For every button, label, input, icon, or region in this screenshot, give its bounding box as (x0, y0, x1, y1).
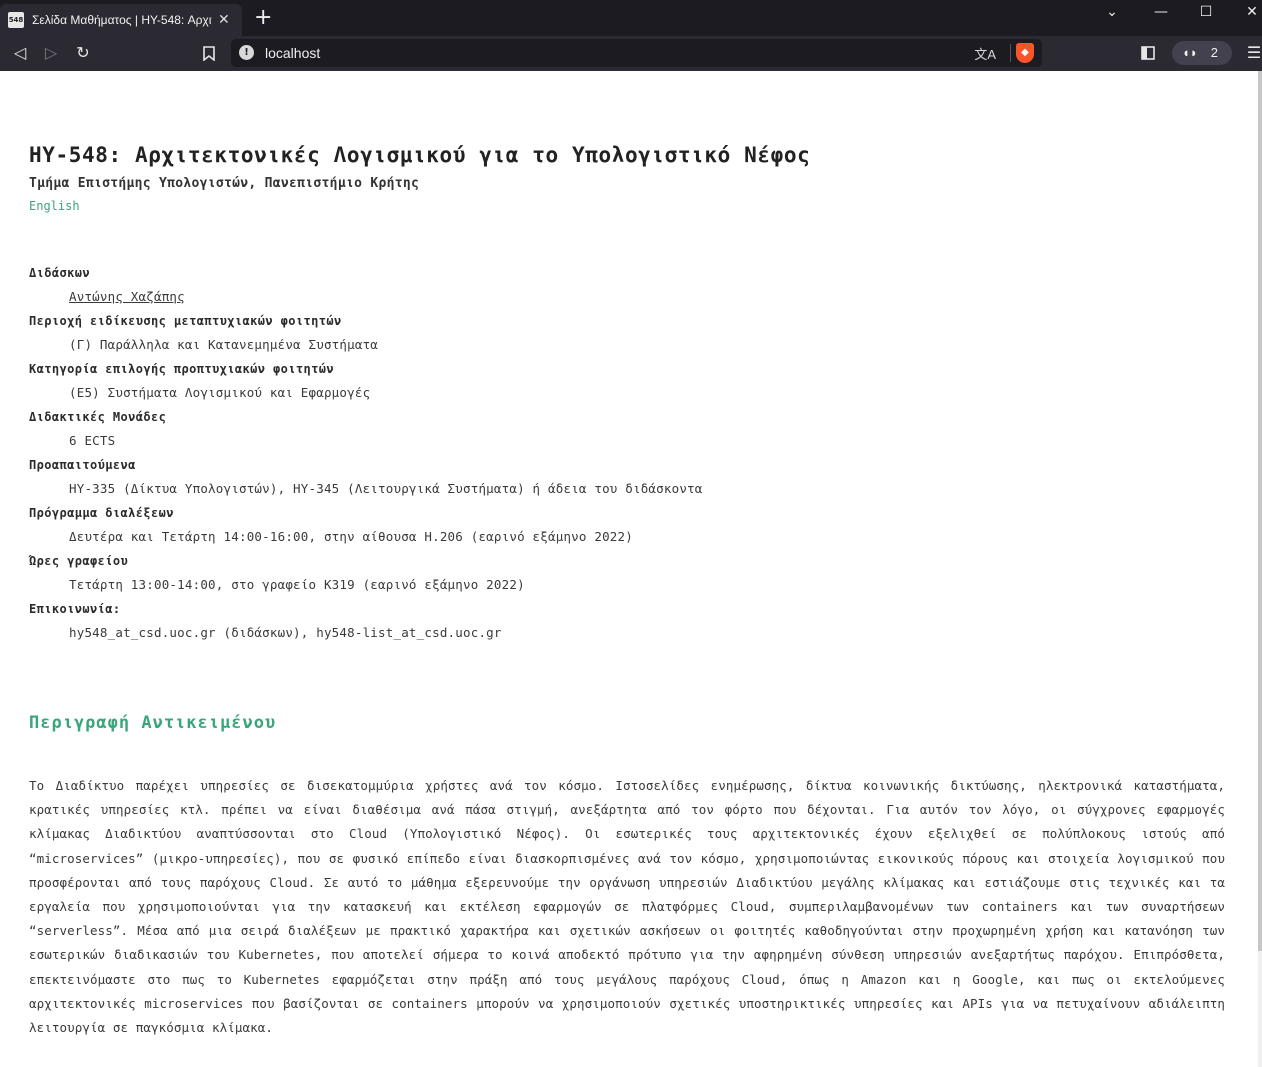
browser-tab[interactable]: 548 Σελίδα Μαθήματος | HY-548: Αρχιτεκτο… (0, 4, 242, 36)
english-language-link[interactable]: English (29, 199, 80, 213)
new-tab-icon[interactable]: + (254, 6, 272, 30)
info-label-undergrad-category: Κατηγορία επιλογής προπτυχιακών φοιτητών (29, 362, 334, 376)
page-content: HY-548: Αρχιτεκτονικές Λογισμικού για το… (0, 71, 1258, 1067)
menu-icon[interactable]: ☰ (1242, 41, 1262, 65)
reload-icon[interactable]: ↻ (71, 41, 95, 65)
close-window-icon[interactable]: ✕ (1237, 2, 1262, 22)
page-scrollbar[interactable] (1258, 71, 1262, 1067)
private-windows-button[interactable]: ◖◗ 2 (1172, 41, 1232, 65)
course-department: Τμήμα Επιστήμης Υπολογιστών, Πανεπιστήμι… (29, 176, 420, 191)
course-info-list: Διδάσκων Αντώνης Χαζάπης Περιοχή ειδίκευ… (29, 261, 1229, 645)
tab-title: Σελίδα Μαθήματος | HY-548: Αρχιτεκτονικέ… (32, 13, 212, 27)
info-value-credits: 6 ECTS (69, 433, 116, 448)
description-text: Το Διαδίκτυο παρέχει υπηρεσίες σε δισεκα… (29, 778, 1225, 1036)
bookmark-icon[interactable] (197, 41, 221, 65)
maximize-window-icon[interactable]: ☐ (1191, 2, 1221, 22)
info-value-lecture-schedule: Δευτέρα και Τετάρτη 14:00-16:00, στην αί… (69, 529, 633, 544)
sidebar-toggle-icon[interactable] (1136, 41, 1160, 65)
browser-tab-bar: 548 Σελίδα Μαθήματος | HY-548: Αρχιτεκτο… (0, 0, 1262, 36)
tab-favicon: 548 (8, 12, 24, 28)
info-label-lecture-schedule: Πρόγραμμα διαλέξεων (29, 506, 174, 520)
info-label-prerequisites: Προαπαιτούμενα (29, 458, 136, 472)
minimize-window-icon[interactable]: — (1146, 2, 1176, 22)
info-label-office-hours: Ώρες γραφείου (29, 554, 129, 568)
course-title: HY-548: Αρχιτεκτονικές Λογισμικού για το… (29, 143, 811, 167)
site-info-icon[interactable]: ! (239, 45, 254, 60)
info-label-graduate-area: Περιοχή ειδίκευσης μεταπτυχιακών φοιτητώ… (29, 314, 342, 328)
description-heading: Περιγραφή Αντικειμένου (29, 713, 277, 733)
info-value-prerequisites: HY-335 (Δίκτυα Υπολογιστών), HY-345 (Λει… (69, 481, 703, 496)
info-label-contact: Επικοινωνία: (29, 602, 121, 616)
address-bar-divider (1010, 44, 1011, 62)
back-arrow-icon[interactable]: ◁ (8, 41, 32, 65)
scrollbar-thumb[interactable] (1258, 71, 1262, 951)
info-value-contact: hy548_at_csd.uoc.gr (διδάσκων), hy548-li… (69, 625, 502, 640)
info-label-instructor: Διδάσκων (29, 266, 90, 280)
url-text[interactable]: localhost (265, 45, 320, 61)
translate-icon[interactable]: 文A (974, 44, 996, 63)
info-label-credits: Διδακτικές Μονάδες (29, 410, 167, 424)
browser-toolbar: ◁ ▷ ↻ ! localhost 文A ◆ ◖◗ 2 ☰ (0, 36, 1262, 71)
instructor-link[interactable]: Αντώνης Χαζάπης (69, 289, 185, 304)
info-value-graduate-area: (Γ) Παράλληλα και Κατανεμημένα Συστήματα (69, 337, 379, 352)
info-value-instructor: Αντώνης Χαζάπης (29, 285, 1229, 309)
close-tab-icon[interactable]: ✕ (218, 12, 230, 28)
info-value-undergrad-category: (Ε5) Συστήματα Λογισμικού και Εφαρμογές (69, 385, 371, 400)
private-window-count: 2 (1210, 45, 1218, 60)
incognito-glasses-icon: ◖◗ (1182, 45, 1198, 60)
forward-arrow-icon[interactable]: ▷ (39, 41, 63, 65)
brave-shield-icon[interactable]: ◆ (1016, 43, 1034, 63)
address-bar[interactable]: ! localhost 文A ◆ (231, 39, 1042, 67)
info-value-office-hours: Τετάρτη 13:00-14:00, στο γραφείο Κ319 (ε… (69, 577, 525, 592)
tab-list-chevron-icon[interactable]: ⌄ (1097, 2, 1127, 22)
